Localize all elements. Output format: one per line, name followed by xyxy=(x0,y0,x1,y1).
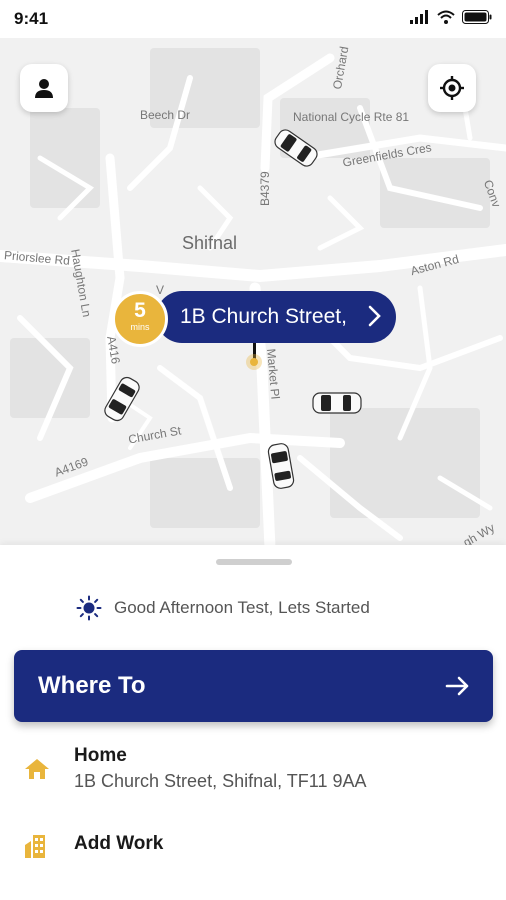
pickup-pin-dot xyxy=(246,354,262,370)
locate-me-button[interactable] xyxy=(428,64,476,112)
place-address: 1B Church Street, Shifnal, TF11 9AA xyxy=(74,771,367,791)
car-icon xyxy=(312,392,362,414)
map-label: Beech Dr xyxy=(140,108,191,122)
pickup-location-pill[interactable]: 1B Church Street, xyxy=(156,291,396,343)
user-icon xyxy=(35,79,53,98)
status-time: 9:41 xyxy=(14,9,49,28)
eta-badge: 5 mins xyxy=(112,291,168,347)
chevron-right-icon xyxy=(368,305,381,327)
home-icon xyxy=(25,759,49,779)
car-icon xyxy=(104,376,140,422)
battery-icon xyxy=(462,10,492,24)
work-building-icon xyxy=(25,835,45,858)
status-bar: 9:41 xyxy=(0,0,506,38)
eta-value: 5 xyxy=(134,299,146,322)
map-label: National Cycle Rte 81 xyxy=(293,110,410,124)
map-label: V xyxy=(156,283,165,297)
cellular-signal-icon xyxy=(410,10,428,24)
profile-button[interactable] xyxy=(20,64,68,112)
saved-place-add-work[interactable]: Add Work xyxy=(0,831,506,863)
car-icon xyxy=(267,443,295,489)
sheet-drag-handle[interactable] xyxy=(216,559,292,565)
map-label: B4379 xyxy=(258,171,272,206)
eta-unit: mins xyxy=(130,322,150,332)
bottom-sheet: Good Afternoon Test, Lets Started Where … xyxy=(0,545,506,900)
car-icon xyxy=(274,129,318,167)
arrow-right-icon xyxy=(445,676,469,696)
place-title: Home xyxy=(74,745,127,766)
greeting-text: Good Afternoon Test, Lets Started xyxy=(114,598,370,617)
place-title: Add Work xyxy=(74,833,164,854)
saved-place-home[interactable]: Home 1B Church Street, Shifnal, TF11 9AA xyxy=(0,743,506,803)
wifi-icon xyxy=(437,10,455,24)
where-to-label: Where To xyxy=(38,672,146,699)
map-view[interactable]: Beech Dr Orchard National Cycle Rte 81 G… xyxy=(0,38,506,548)
status-icons xyxy=(410,10,492,24)
pickup-address: 1B Church Street, xyxy=(180,305,347,328)
sun-icon xyxy=(76,595,102,621)
map-label-town: Shifnal xyxy=(182,233,238,253)
greeting-row: Good Afternoon Test, Lets Started xyxy=(76,595,370,621)
crosshair-location-icon xyxy=(440,76,464,100)
where-to-button[interactable]: Where To xyxy=(14,650,493,722)
